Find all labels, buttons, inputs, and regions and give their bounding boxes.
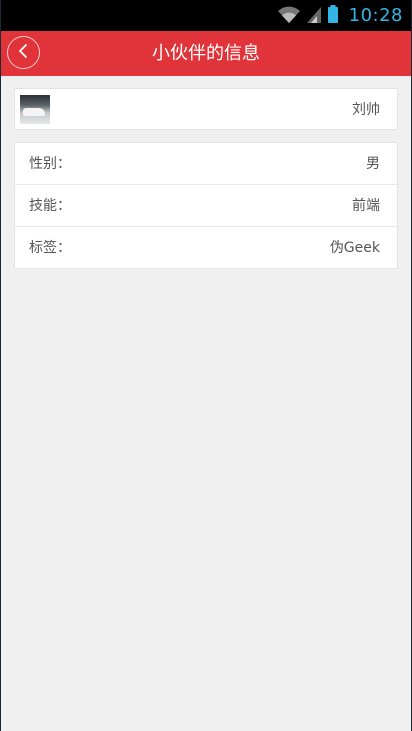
- status-icons: 10:28: [277, 0, 403, 31]
- app-bar: 小伙伴的信息: [1, 31, 411, 76]
- details-list: 性别： 男 技能： 前端 标签： 伪Geek: [14, 142, 398, 269]
- skill-row: 技能： 前端: [15, 185, 397, 227]
- tag-value: 伪Geek: [329, 240, 380, 256]
- gender-row: 性别： 男: [15, 143, 397, 185]
- avatar: [20, 95, 50, 124]
- tag-row: 标签： 伪Geek: [15, 227, 397, 269]
- tag-label: 标签：: [29, 240, 71, 256]
- battery-icon: [327, 4, 339, 28]
- skill-value: 前端: [352, 198, 380, 214]
- status-bar: 10:28: [1, 0, 411, 31]
- profile-name: 刘帅: [352, 102, 380, 118]
- gender-value: 男: [366, 156, 380, 172]
- page-title: 小伙伴的信息: [152, 43, 260, 64]
- wifi-icon: [277, 4, 301, 28]
- signal-icon: [305, 4, 323, 28]
- back-button[interactable]: [7, 36, 40, 69]
- gender-label: 性别：: [29, 156, 71, 172]
- profile-card[interactable]: 刘帅: [14, 88, 398, 130]
- skill-label: 技能：: [29, 198, 71, 214]
- clock: 10:28: [348, 5, 403, 26]
- chevron-left-icon: [17, 43, 31, 63]
